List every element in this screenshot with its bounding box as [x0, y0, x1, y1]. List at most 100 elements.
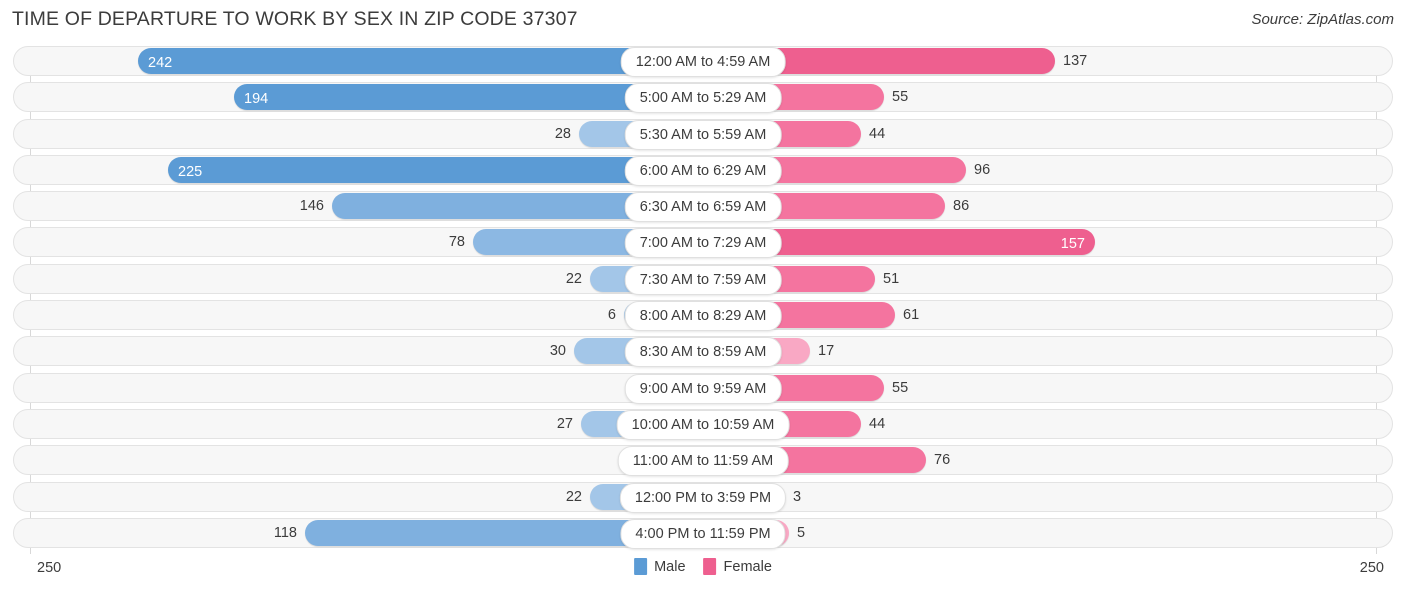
female-value-label: 157 [1060, 236, 1085, 253]
bar-rows: 242 137 12:00 AM to 4:59 AM 194 55 5:00 AM to… [0, 46, 1406, 554]
male-value-label: 146 [299, 198, 324, 215]
female-value-label: 137 [1063, 53, 1088, 69]
female-side: 44 [703, 119, 1406, 149]
table-row[interactable]: 28 44 5:30 AM to 5:59 AM [0, 118, 1406, 150]
male-value-label: 6 [607, 307, 616, 324]
female-value-label: 55 [892, 89, 909, 106]
male-value-label: 27 [556, 415, 573, 432]
female-value-label: 96 [974, 161, 991, 178]
female-value-label: 5 [797, 524, 806, 541]
male-value-label: 225 [178, 163, 203, 180]
male-value-label: 30 [549, 343, 566, 360]
chart-legend: Male Female [634, 558, 772, 575]
female-value-label: 17 [818, 343, 835, 360]
male-side: 242 [0, 46, 703, 76]
table-row[interactable]: 0 76 11:00 AM to 11:59 AM [0, 445, 1406, 477]
plot-area: 242 137 12:00 AM to 4:59 AM 194 55 5:00 AM to… [0, 46, 1406, 554]
table-row[interactable]: 0 55 9:00 AM to 9:59 AM [0, 372, 1406, 404]
male-swatch-icon [634, 558, 648, 575]
category-label: 9:00 AM to 9:59 AM [624, 373, 782, 404]
table-row[interactable]: 194 55 5:00 AM to 5:29 AM [0, 82, 1406, 114]
category-label: 11:00 AM to 11:59 AM [617, 446, 789, 477]
male-value-label: 242 [148, 55, 173, 71]
female-side: 55 [703, 82, 1406, 112]
female-value-label: 86 [953, 198, 970, 215]
female-side: 96 [703, 155, 1406, 185]
male-side: 146 [0, 191, 703, 221]
female-value-label: 51 [883, 270, 900, 287]
female-value-label: 61 [903, 307, 920, 324]
male-side: 0 [0, 373, 703, 403]
male-side: 78 [0, 227, 703, 257]
category-label: 4:00 PM to 11:59 PM [620, 518, 786, 549]
male-value-label: 22 [565, 270, 582, 287]
chart-footer: 250 250 Male Female [0, 554, 1406, 594]
table-row[interactable]: 118 5 4:00 PM to 11:59 PM [0, 517, 1406, 549]
female-value-label: 44 [869, 415, 886, 432]
table-row[interactable]: 78 157 7:00 AM to 7:29 AM [0, 227, 1406, 259]
female-side: 3 [703, 482, 1406, 512]
male-side: 30 [0, 336, 703, 366]
legend-label: Female [723, 558, 772, 575]
female-side: 137 [703, 46, 1406, 76]
table-row[interactable]: 242 137 12:00 AM to 4:59 AM [0, 46, 1406, 77]
female-side: 51 [703, 264, 1406, 294]
table-row[interactable]: 27 44 10:00 AM to 10:59 AM [0, 408, 1406, 440]
legend-item[interactable]: Female [703, 558, 772, 575]
category-label: 12:00 AM to 4:59 AM [620, 47, 786, 77]
male-bar[interactable]: 225 [168, 156, 703, 183]
female-side: 86 [703, 191, 1406, 221]
legend-label: Male [654, 558, 686, 575]
male-value-label: 28 [554, 125, 571, 142]
table-row[interactable]: 30 17 8:30 AM to 8:59 AM [0, 336, 1406, 368]
male-value-label: 78 [448, 234, 465, 251]
category-label: 12:00 PM to 3:59 PM [619, 482, 787, 513]
male-value-label: 118 [273, 524, 297, 541]
female-side: 157 [703, 227, 1406, 257]
chart-container: TIME OF DEPARTURE TO WORK BY SEX IN ZIP … [0, 0, 1406, 594]
chart-header: TIME OF DEPARTURE TO WORK BY SEX IN ZIP … [0, 0, 1406, 42]
table-row[interactable]: 225 96 6:00 AM to 6:29 AM [0, 154, 1406, 186]
male-side: 28 [0, 119, 703, 149]
source-attribution: Source: ZipAtlas.com [1251, 11, 1394, 28]
female-swatch-icon [703, 558, 717, 575]
table-row[interactable]: 22 51 7:30 AM to 7:59 AM [0, 263, 1406, 295]
female-value-label: 44 [869, 125, 886, 142]
category-label: 7:30 AM to 7:59 AM [624, 264, 782, 295]
category-label: 8:00 AM to 8:29 AM [624, 301, 782, 332]
male-side: 27 [0, 409, 703, 439]
male-side: 194 [0, 82, 703, 112]
female-value-label: 55 [892, 379, 909, 396]
category-label: 10:00 AM to 10:59 AM [616, 409, 790, 440]
page-title: TIME OF DEPARTURE TO WORK BY SEX IN ZIP … [12, 8, 578, 30]
male-side: 22 [0, 264, 703, 294]
category-label: 5:30 AM to 5:59 AM [624, 119, 782, 150]
table-row[interactable]: 146 86 6:30 AM to 6:59 AM [0, 191, 1406, 223]
male-side: 225 [0, 155, 703, 185]
category-label: 6:00 AM to 6:29 AM [624, 155, 782, 186]
male-bar[interactable]: 242 [138, 48, 703, 74]
legend-item[interactable]: Male [634, 558, 686, 575]
table-row[interactable]: 6 61 8:00 AM to 8:29 AM [0, 300, 1406, 332]
table-row[interactable]: 22 3 12:00 PM to 3:59 PM [0, 481, 1406, 513]
female-side: 5 [703, 518, 1406, 548]
female-value-label: 76 [934, 452, 951, 469]
male-side: 0 [0, 445, 703, 475]
female-side: 61 [703, 300, 1406, 330]
female-side: 76 [703, 445, 1406, 475]
axis-max-left: 250 [37, 560, 62, 576]
female-side: 44 [703, 409, 1406, 439]
male-side: 22 [0, 482, 703, 512]
category-label: 8:30 AM to 8:59 AM [624, 337, 782, 368]
axis-max-right: 250 [1359, 560, 1384, 576]
male-value-label: 194 [244, 91, 269, 108]
male-side: 6 [0, 300, 703, 330]
male-value-label: 22 [565, 488, 582, 505]
category-label: 7:00 AM to 7:29 AM [624, 228, 782, 259]
category-label: 5:00 AM to 5:29 AM [624, 83, 782, 114]
female-side: 17 [703, 336, 1406, 366]
female-side: 55 [703, 373, 1406, 403]
male-side: 118 [0, 518, 703, 548]
category-label: 6:30 AM to 6:59 AM [624, 192, 782, 223]
female-value-label: 3 [793, 488, 802, 505]
